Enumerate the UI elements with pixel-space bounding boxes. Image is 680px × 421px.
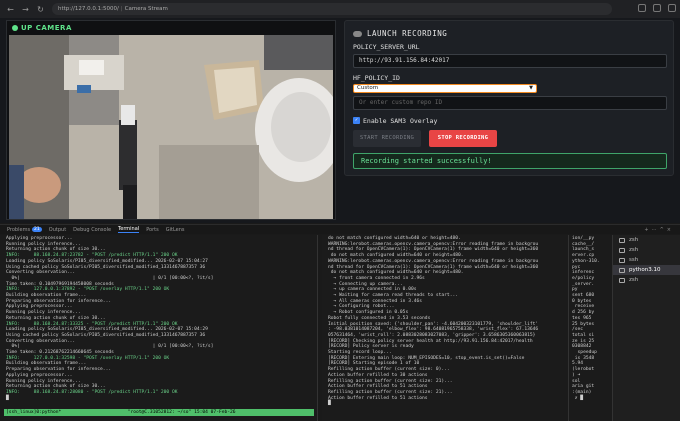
terminal-list-item[interactable]: zsh xyxy=(613,245,680,255)
menu-icon[interactable] xyxy=(668,4,676,12)
camera-title: UP CAMERA xyxy=(12,24,72,32)
back-icon[interactable]: ← xyxy=(6,5,15,14)
terminal-list-label: python3.10 xyxy=(629,267,661,273)
close-panel-icon[interactable]: × xyxy=(667,227,674,233)
gamepad-icon xyxy=(353,30,362,37)
tab-problems[interactable]: Problems 21 xyxy=(7,227,42,233)
tab-ports[interactable]: Ports xyxy=(146,227,159,233)
launch-panel: LAUNCH RECORDING POLICY_SERVER_URL http:… xyxy=(344,20,674,176)
terminal-icon xyxy=(619,277,625,283)
camera-live-icon xyxy=(12,25,18,31)
terminal-list-item[interactable]: ssh xyxy=(613,255,680,265)
url-text: http://127.0.0.1:5000/ xyxy=(58,6,119,12)
maximize-icon[interactable]: ^ xyxy=(660,227,667,233)
tab-problems-label: Problems xyxy=(7,226,31,233)
address-bar[interactable]: http://127.0.0.1:5000/| Camera Stream xyxy=(52,3,612,15)
terminal-list-item[interactable]: zsh xyxy=(613,235,680,245)
sam3-overlay-label: Enable SAM3 Overlay xyxy=(363,117,438,125)
terminal-icon xyxy=(619,257,625,263)
terminal-middle[interactable]: do not match configured width=640 or hei… xyxy=(322,235,568,421)
terminal-list-label: zsh xyxy=(629,247,639,253)
web-page: UP CAMERA LAUNCH RECORDING POLICY_SERVER… xyxy=(0,18,680,223)
terminal-list-label: ssh xyxy=(629,257,639,263)
tab-gitlens[interactable]: GitLens xyxy=(166,227,185,233)
terminal-list-label: zsh xyxy=(629,277,639,283)
problems-badge: 21 xyxy=(32,227,42,232)
stop-recording-button[interactable]: STOP RECORDING xyxy=(429,130,497,147)
terminal-list: zsh zsh ssh python3.10 zsh xyxy=(612,235,680,421)
tab-output[interactable]: Output xyxy=(49,227,66,233)
terminal-icon xyxy=(619,247,625,253)
window-controls xyxy=(638,4,676,12)
terminal-line: 057631464, 'wrist_roll': 2.0883028083027… xyxy=(328,332,536,338)
hf-policy-selected: Custom xyxy=(357,85,379,91)
terminal-list-item[interactable]: python3.10 xyxy=(613,265,680,275)
forward-icon[interactable]: → xyxy=(21,5,30,14)
tab-debug-console[interactable]: Debug Console xyxy=(73,227,111,233)
camera-title-text: UP CAMERA xyxy=(21,24,72,32)
terminal-icon xyxy=(619,237,625,243)
browser-toolbar: ← → ↻ ⌂ http://127.0.0.1:5000/|Camera St… xyxy=(0,0,680,18)
terminal-line: █ xyxy=(6,395,9,401)
terminal-line: █ xyxy=(328,401,331,407)
terminal-line: ✗ █ xyxy=(572,395,584,401)
add-terminal-icon[interactable]: + xyxy=(644,227,651,233)
terminal-left[interactable]: Applying preprocessor... Running policy i… xyxy=(0,235,318,421)
more-icon[interactable]: ⋯ xyxy=(652,227,660,233)
start-recording-button[interactable]: START RECORDING xyxy=(353,130,421,147)
camera-feed-image xyxy=(9,35,333,219)
chevron-down-icon: ▼ xyxy=(529,85,533,91)
terminal-right[interactable]: ion/__py cache__/launch_s erver.cp ython-31… xyxy=(568,235,612,421)
extension-icon[interactable] xyxy=(638,4,646,12)
panel-actions: +⋯^× xyxy=(644,227,674,233)
tab-title: Camera Stream xyxy=(124,6,168,12)
hf-policy-select[interactable]: Custom ▼ xyxy=(353,84,537,93)
launch-title-text: LAUNCH RECORDING xyxy=(367,29,448,38)
terminal-list-label: zsh xyxy=(629,237,639,243)
reload-icon[interactable]: ↻ xyxy=(36,5,45,14)
terminal-list-item[interactable]: zsh xyxy=(613,275,680,285)
launch-title: LAUNCH RECORDING xyxy=(353,29,447,38)
camera-feed xyxy=(9,35,333,219)
camera-panel: UP CAMERA xyxy=(6,20,336,220)
status-message: Recording started successfully! xyxy=(353,153,667,169)
terminal-line: WARNING:lerobot.cameras.opencv.camera_op… xyxy=(328,258,539,264)
sam3-overlay-checkbox[interactable]: ✓ xyxy=(353,117,360,124)
panel-tabbar: Problems 21 Output Debug Console Terminal… xyxy=(0,224,680,234)
tmux-status-bar: [ssh_linux]0:python* "root@C.31052812: ~… xyxy=(4,409,314,416)
hf-policy-label: HF_POLICY_ID xyxy=(353,74,400,82)
server-url-input[interactable]: http://93.91.156.84:42017 xyxy=(353,54,667,68)
profile-icon[interactable] xyxy=(653,4,661,12)
custom-repo-input[interactable]: Or enter custom repo ID xyxy=(353,96,667,110)
tab-terminal[interactable]: Terminal xyxy=(118,226,140,233)
terminal-icon xyxy=(619,267,625,273)
server-url-label: POLICY_SERVER_URL xyxy=(353,43,420,51)
